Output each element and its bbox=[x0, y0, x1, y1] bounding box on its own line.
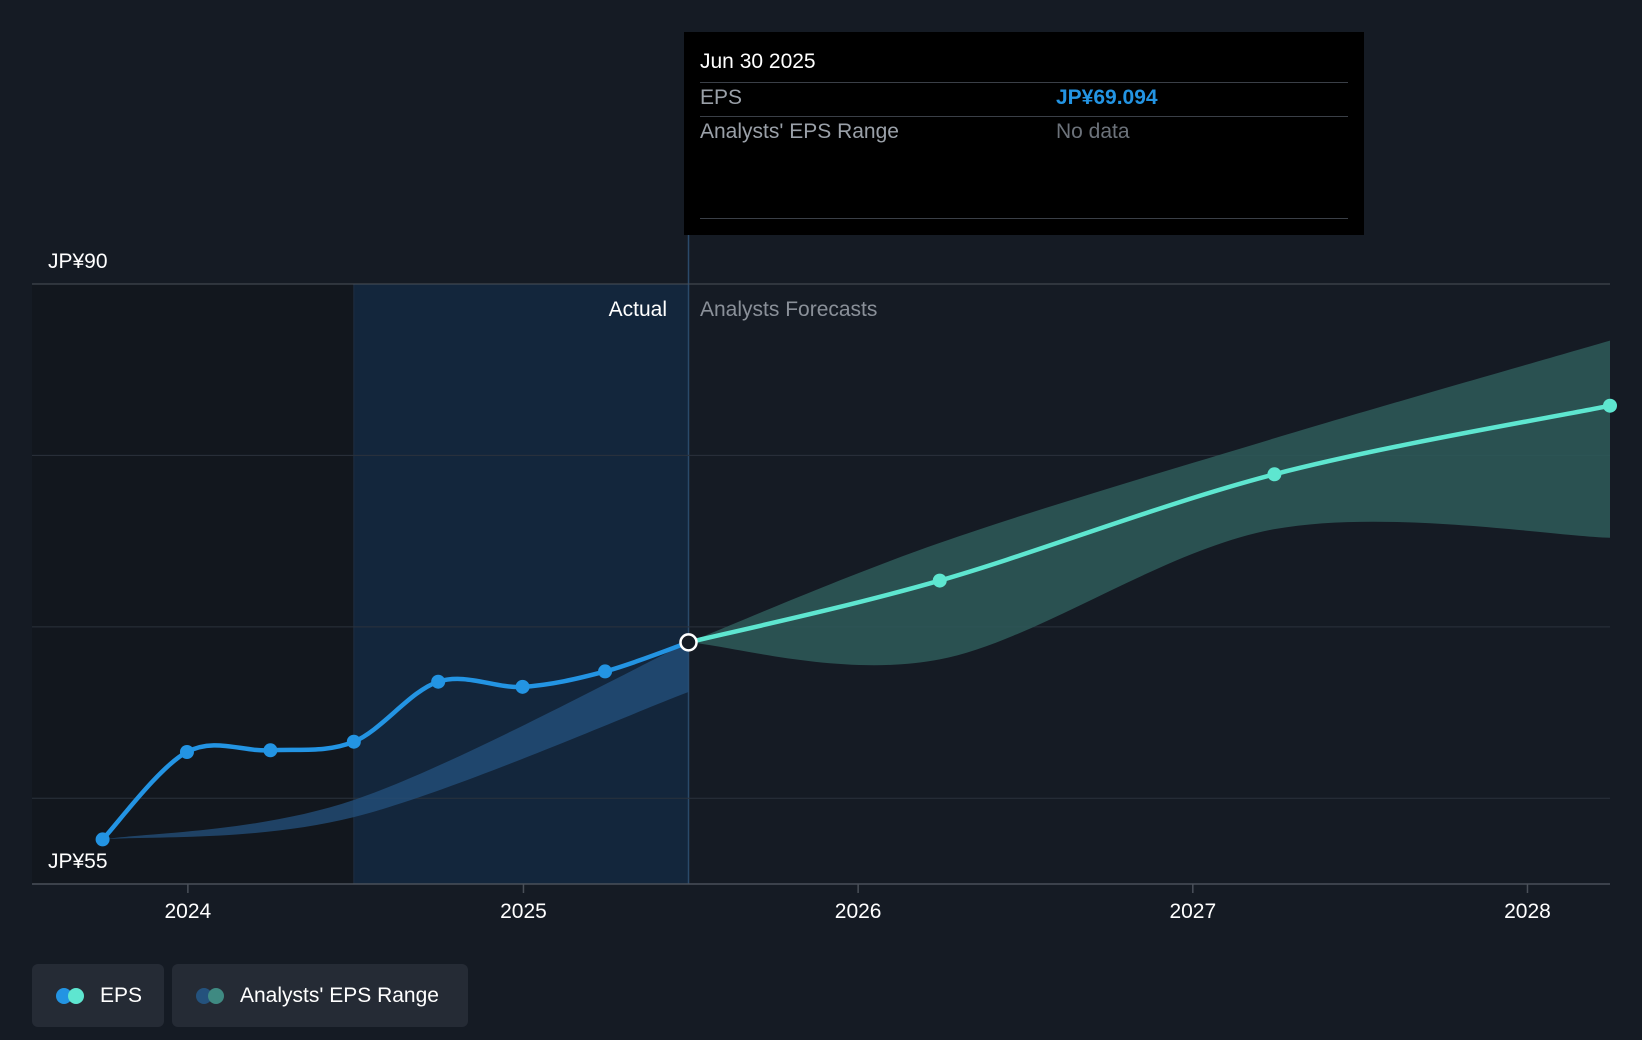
tooltip-divider bbox=[700, 82, 1348, 83]
tooltip-range-value: No data bbox=[1056, 120, 1130, 143]
y-label-bottom: JP¥55 bbox=[48, 850, 108, 873]
x-tick-label: 2026 bbox=[835, 900, 882, 923]
actual-eps-point[interactable] bbox=[431, 674, 446, 689]
tooltip-divider bbox=[700, 218, 1348, 219]
forecast-eps-point[interactable] bbox=[932, 573, 947, 588]
x-tick-label: 2028 bbox=[1504, 900, 1551, 923]
tooltip-eps-label: EPS bbox=[700, 86, 743, 109]
tooltip-divider bbox=[700, 116, 1348, 117]
actual-eps-point[interactable] bbox=[598, 664, 613, 679]
tooltip-date: Jun 30 2025 bbox=[700, 50, 816, 73]
legend-eps[interactable]: EPS bbox=[32, 964, 164, 1027]
forecast-region-label: Analysts Forecasts bbox=[700, 298, 877, 321]
hover-tooltip: Jun 30 2025 EPS JP¥69.094 Analysts' EPS … bbox=[684, 32, 1364, 235]
x-tick-label: 2027 bbox=[1169, 900, 1216, 923]
chart-regions bbox=[32, 235, 690, 884]
x-tick-label: 2025 bbox=[500, 900, 547, 923]
actual-region-label: Actual bbox=[609, 298, 667, 321]
highlighted-eps-point[interactable] bbox=[679, 633, 698, 652]
legend-range-label: Analysts' EPS Range bbox=[240, 983, 439, 1007]
forecast-range-band bbox=[688, 340, 1610, 666]
history-region bbox=[32, 284, 354, 884]
forecast-eps-point[interactable] bbox=[1603, 398, 1617, 413]
tooltip-range-label: Analysts' EPS Range bbox=[700, 120, 899, 143]
range-legend-icon bbox=[196, 987, 228, 1005]
actual-eps-point[interactable] bbox=[346, 734, 361, 749]
x-axis-ticks: 2024 2025 2026 2027 2028 bbox=[165, 884, 1551, 923]
actual-eps-point[interactable] bbox=[263, 743, 278, 758]
forecast-eps-point[interactable] bbox=[1267, 467, 1282, 482]
eps-legend-icon bbox=[56, 987, 88, 1005]
x-tick-label: 2024 bbox=[165, 900, 212, 923]
actual-eps-point[interactable] bbox=[95, 832, 110, 847]
actual-eps-point[interactable] bbox=[515, 679, 530, 694]
legend-eps-label: EPS bbox=[100, 983, 143, 1007]
actual-eps-point[interactable] bbox=[179, 745, 194, 759]
y-label-top: JP¥90 bbox=[48, 250, 108, 273]
legend-range[interactable]: Analysts' EPS Range bbox=[172, 964, 468, 1027]
tooltip-eps-value: JP¥69.094 bbox=[1056, 86, 1158, 109]
